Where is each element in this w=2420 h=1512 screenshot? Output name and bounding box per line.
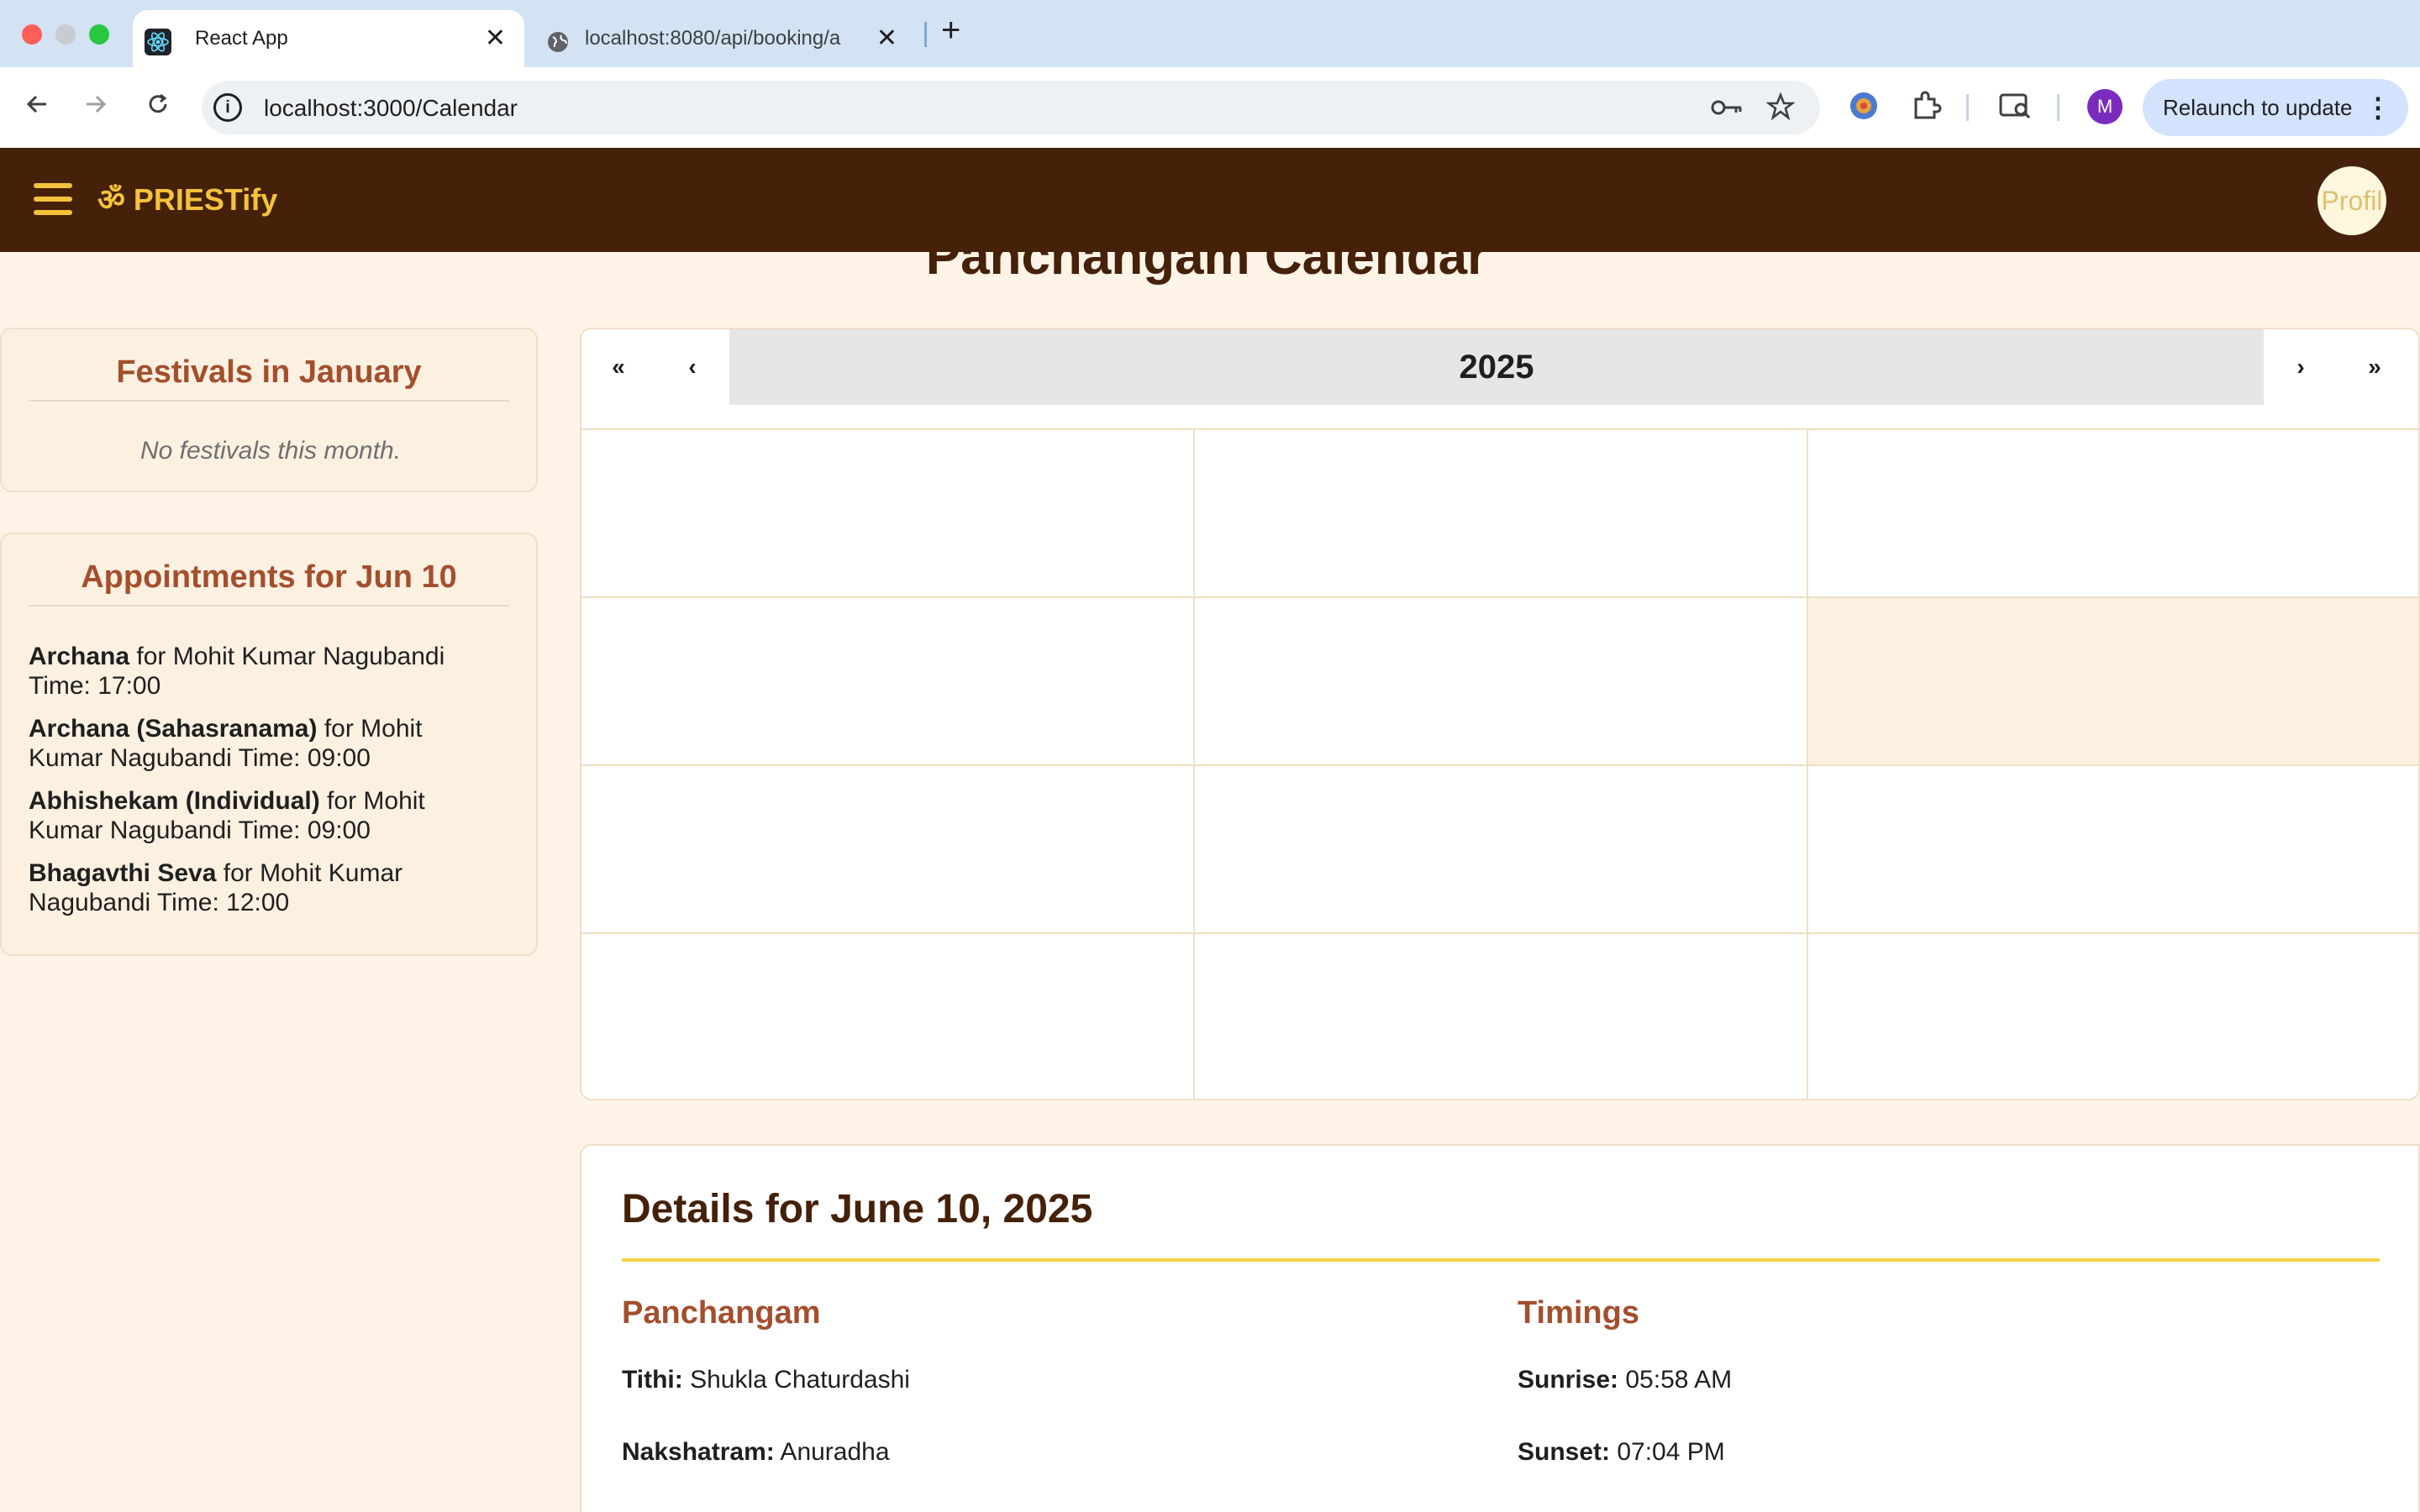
appointment-item: Abhishekam (Individual) for Mohit Kumar … [29, 787, 425, 844]
month-tile[interactable] [581, 430, 1195, 598]
close-window-button[interactable] [22, 24, 42, 45]
details-panel: Details for June 10, 2025 Panchangam Tim… [580, 1144, 2420, 1512]
tithi-row: Tithi: Shukla Chaturdashi [622, 1366, 910, 1394]
panchangam-heading: Panchangam [622, 1295, 821, 1331]
menu-icon[interactable] [34, 183, 72, 217]
minimize-window-button[interactable] [55, 24, 76, 45]
close-icon[interactable]: ✕ [876, 24, 897, 53]
month-tile[interactable] [1808, 934, 2418, 1099]
toolbar-divider [1966, 94, 1969, 121]
star-icon[interactable] [1766, 92, 1795, 121]
details-title: Details for June 10, 2025 [622, 1187, 1093, 1231]
month-tile[interactable] [1195, 430, 1808, 598]
site-info-icon[interactable]: i [213, 93, 242, 122]
url-text[interactable]: localhost:3000/Calendar [264, 95, 518, 122]
prev-decade-button[interactable]: « [581, 329, 655, 405]
appointments-card: Appointments for Jun 10 Archana for Mohi… [0, 533, 538, 956]
relaunch-button[interactable]: Relaunch to update ⋮ [2143, 79, 2408, 136]
tab-search-icon[interactable] [1998, 91, 2032, 121]
arrow-right-icon [87, 95, 107, 113]
new-tab-button[interactable]: + [941, 12, 960, 50]
address-bar[interactable]: i localhost:3000/Calendar [202, 81, 1820, 134]
page-title: Panchangam Calendar [925, 228, 1488, 286]
toolbar-divider [2057, 94, 2060, 121]
year-calendar: « ‹ 2025 › » [580, 328, 2420, 1100]
appointments-heading: Appointments for Jun 10 [29, 559, 509, 606]
next-decade-button[interactable]: » [2338, 329, 2412, 405]
festivals-card: Festivals in January No festivals this m… [0, 328, 538, 492]
arrow-left-icon [26, 95, 46, 113]
react-icon [145, 29, 171, 55]
close-icon[interactable]: ✕ [485, 24, 506, 53]
reload-button[interactable] [138, 84, 178, 124]
sunrise-row: Sunrise: 05:58 AM [1518, 1366, 1733, 1394]
month-tile[interactable] [581, 934, 1195, 1099]
profile-avatar[interactable]: M [2087, 89, 2123, 124]
month-tile[interactable] [1808, 766, 2418, 934]
month-tile[interactable] [1195, 766, 1808, 934]
tab-react-app[interactable]: React App ✕ [133, 10, 524, 67]
reload-icon [149, 93, 167, 113]
month-tile[interactable] [1808, 598, 2418, 766]
puzzle-icon[interactable] [1909, 89, 1943, 123]
timings-heading: Timings [1518, 1295, 1639, 1331]
back-button[interactable] [17, 84, 57, 124]
relaunch-label: Relaunch to update [2163, 95, 2353, 120]
nakshatram-row: Nakshatram: Anuradha [622, 1438, 890, 1466]
maximize-window-button[interactable] [89, 24, 109, 45]
month-tile[interactable] [581, 598, 1195, 766]
user-avatar[interactable]: Profil [2317, 166, 2386, 235]
appointment-item: Bhagavthi Seva for Mohit Kumar Nagubandi… [29, 859, 403, 916]
tab-title: React App [195, 27, 288, 50]
month-tile[interactable] [1195, 934, 1808, 1099]
tab-divider [924, 22, 927, 47]
tab-booking-api[interactable]: localhost:8080/api/booking/a ✕ [538, 10, 916, 67]
tab-title: localhost:8080/api/booking/a [585, 27, 841, 50]
avatar-alt-text: Profil [2321, 186, 2383, 216]
prev-year-button[interactable]: ‹ [655, 329, 729, 405]
calendar-grid-top-border [581, 428, 2418, 430]
month-tile[interactable] [581, 766, 1195, 934]
more-menu-icon[interactable]: ⋮ [2365, 79, 2391, 136]
key-icon[interactable] [1711, 96, 1744, 119]
browser-tab-strip: React App ✕ localhost:8080/api/booking/a… [0, 0, 2420, 67]
next-year-button[interactable]: › [2264, 329, 2338, 405]
month-tile[interactable] [1808, 430, 2418, 598]
brand-logo[interactable]: ॐ PRIESTify [97, 178, 277, 219]
forward-button[interactable] [76, 84, 116, 124]
month-tile[interactable] [1195, 598, 1808, 766]
globe-icon [548, 32, 568, 52]
appointment-item: Archana for Mohit Kumar Nagubandi Time: … [29, 643, 445, 700]
calendar-year-label[interactable]: 2025 [729, 329, 2264, 405]
sunset-row: Sunset: 07:04 PM [1518, 1438, 1725, 1466]
details-divider [622, 1258, 2380, 1262]
extension-chromium-icon[interactable] [1847, 89, 1881, 123]
festivals-heading: Festivals in January [29, 354, 509, 402]
festivals-empty-text: No festivals this month. [139, 437, 402, 465]
appointment-item: Archana (Sahasranama) for Mohit Kumar Na… [29, 715, 423, 772]
